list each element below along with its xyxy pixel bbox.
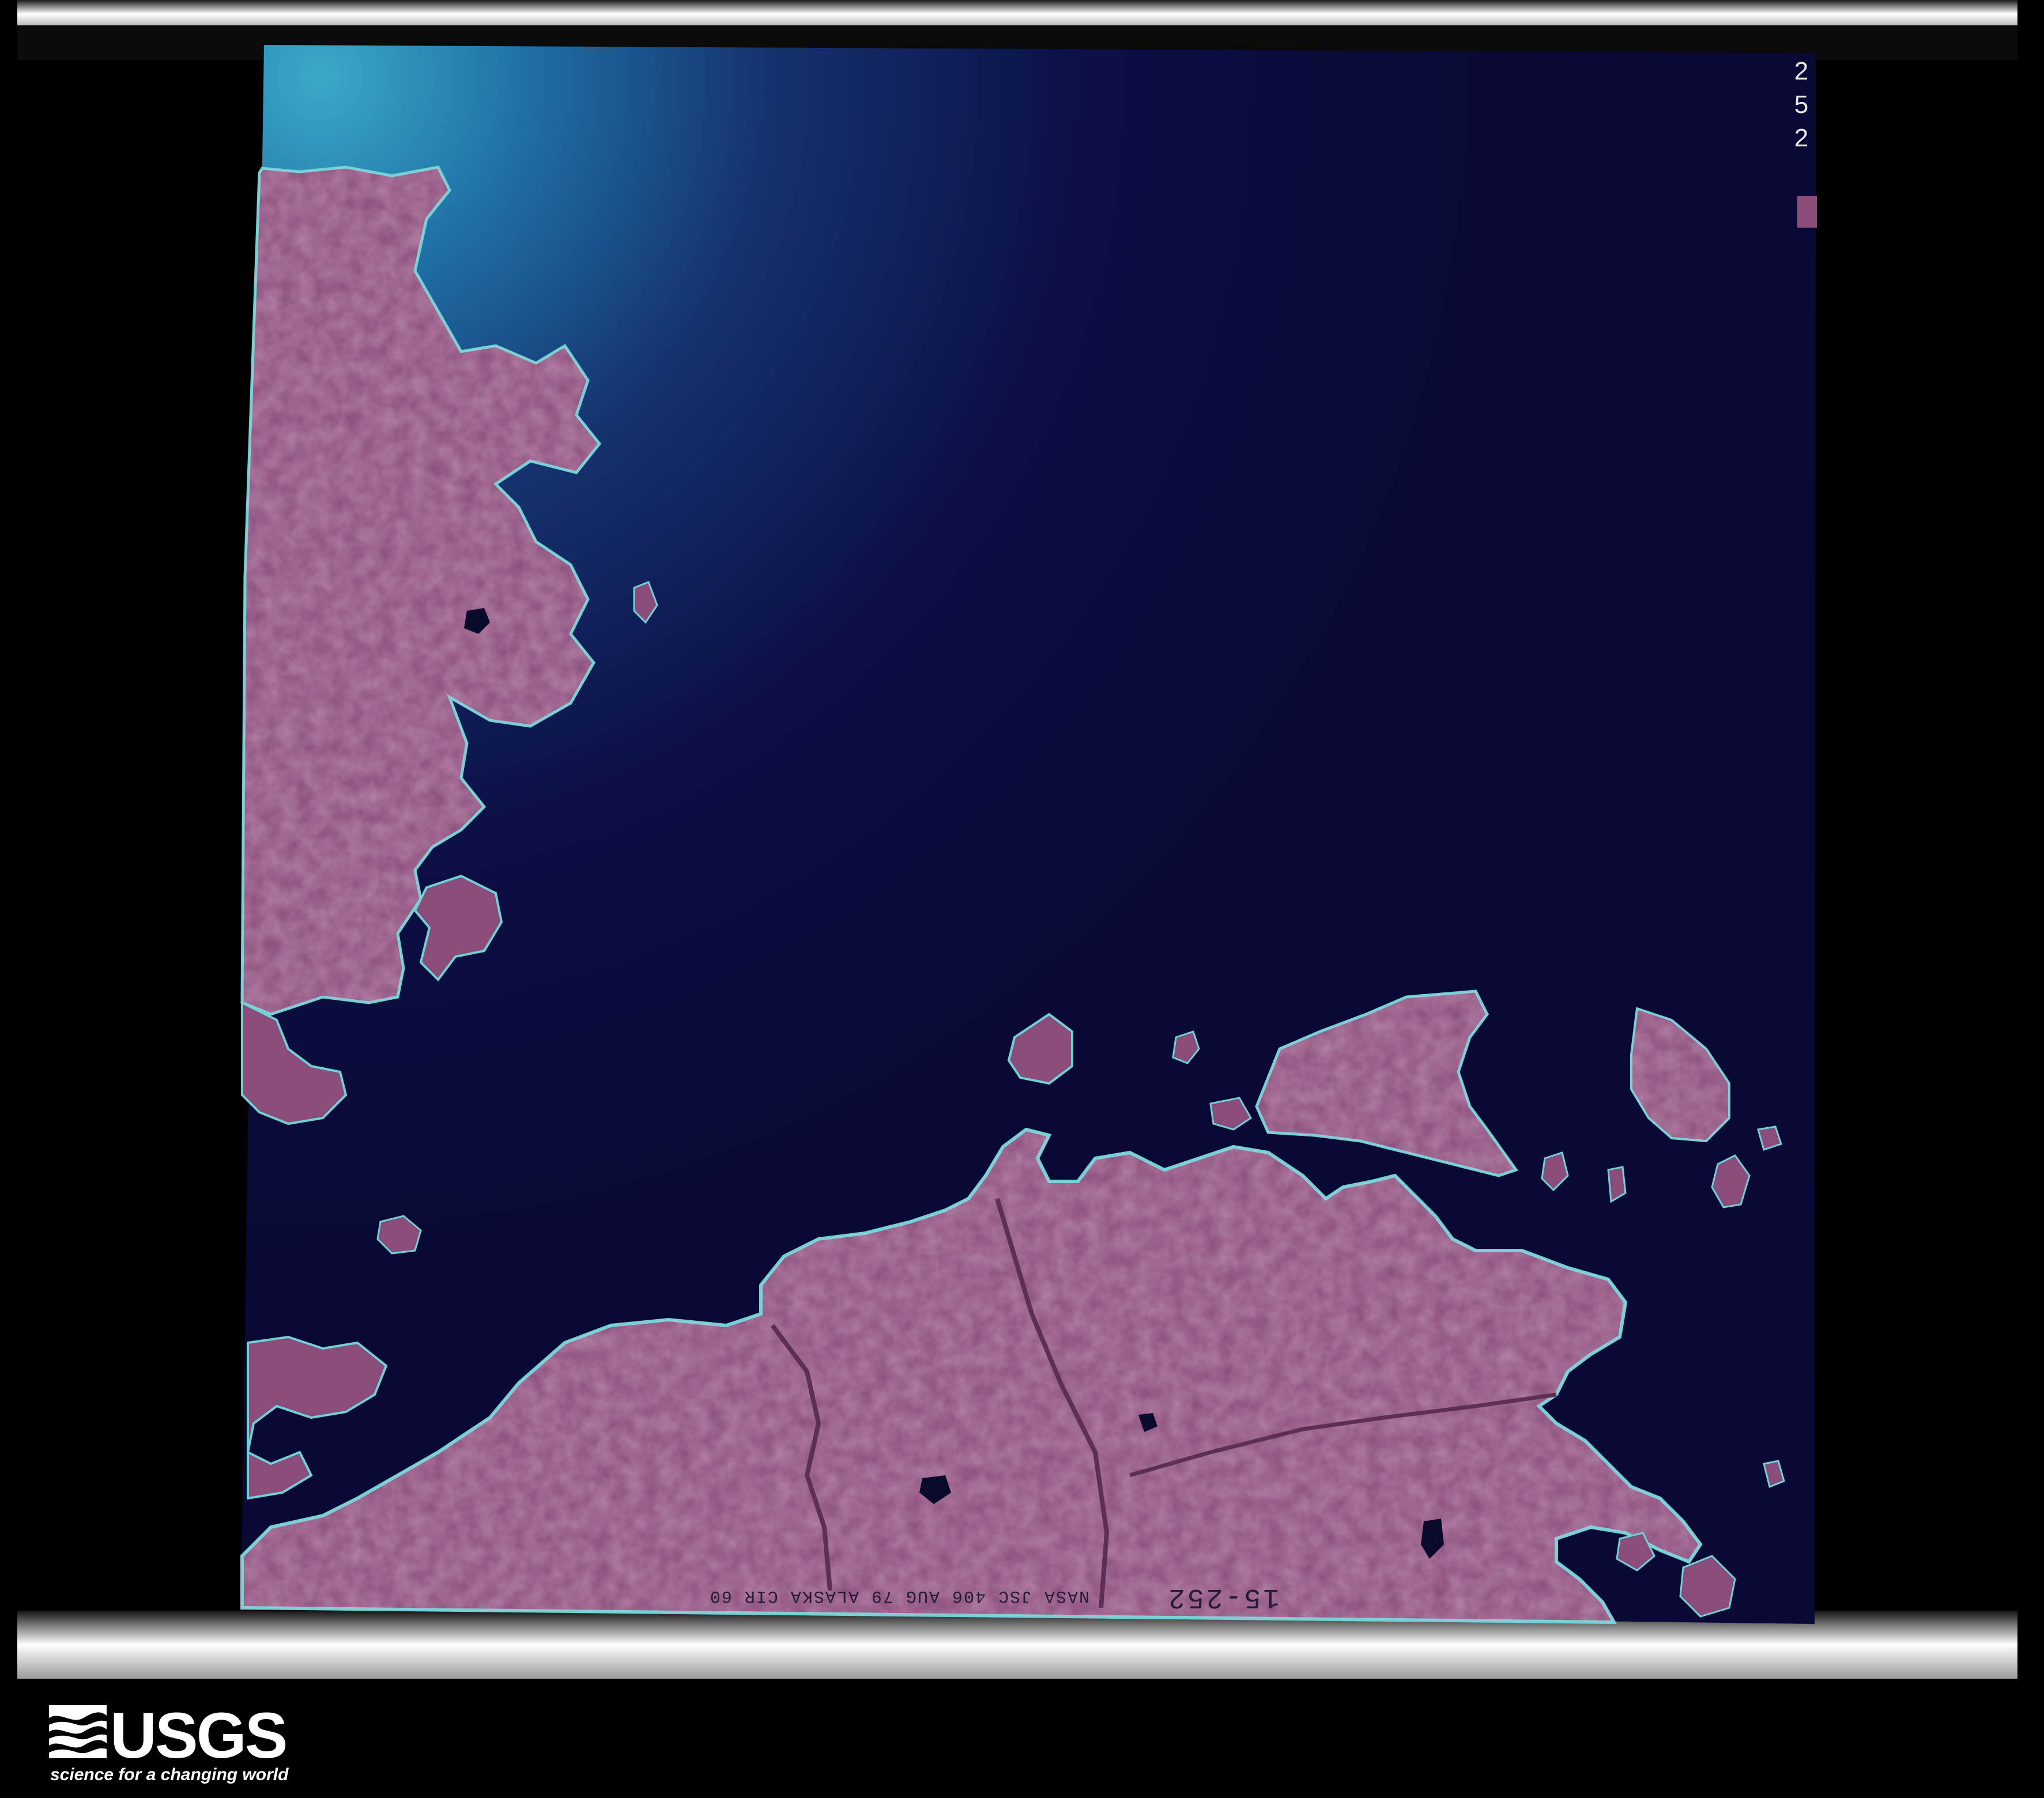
- usgs-wordmark: USGS: [110, 1699, 288, 1771]
- frame-number-digit: 5: [1794, 90, 1809, 119]
- frame-number-digit: 2: [1794, 57, 1809, 85]
- usgs-wave-icon: [49, 1705, 107, 1758]
- aerial-photo-svg: [17, 0, 2017, 1679]
- film-edge-annotation: NASA JSC 406 AUG 79 ALASKA CIR 60 15-252: [473, 1581, 1280, 1612]
- frame-number-digit: 2: [1794, 124, 1809, 152]
- frame-number: 2 5 2: [1781, 55, 1822, 155]
- usgs-logo: USGS science for a changing world: [49, 1699, 291, 1789]
- film-edge-code: 15-252: [1166, 1581, 1280, 1612]
- top-film-strip: [17, 0, 2017, 25]
- frame-edge-mark: [1797, 196, 1817, 228]
- usgs-tagline: science for a changing world: [50, 1765, 289, 1784]
- film-edge-caption: NASA JSC 406 AUG 79 ALASKA CIR 60: [708, 1586, 1089, 1606]
- photo-frame: [240, 45, 1816, 1625]
- film-frame-scan: 2 5 2 NASA JSC 406 AUG 79 ALASKA CIR 60 …: [0, 0, 2044, 1798]
